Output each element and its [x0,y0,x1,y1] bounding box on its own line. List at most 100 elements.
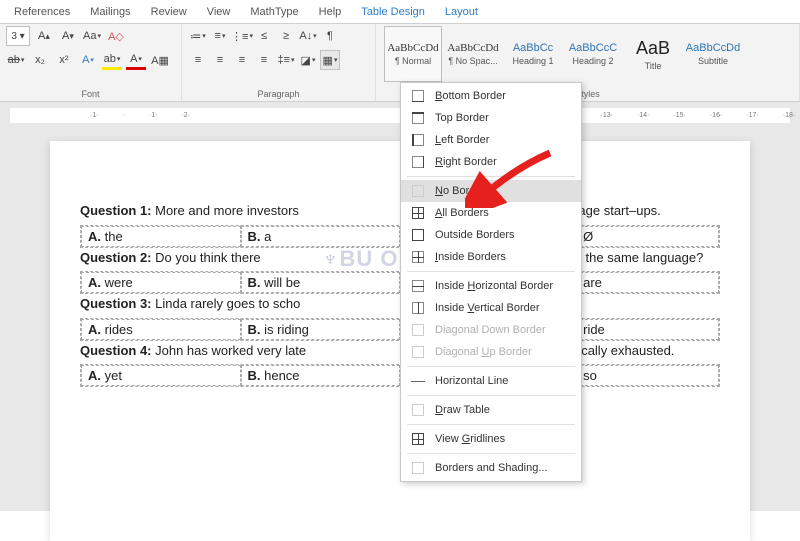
shading-icon[interactable]: ◪ [298,50,318,70]
menu-inside-horizontal-border[interactable]: Inside Horizontal Border [401,275,581,297]
menu-label: View Gridlines [435,433,505,445]
option[interactable]: B. is riding [241,319,401,340]
font-size-box[interactable]: 3 ▾ [6,26,30,46]
grow-font-icon[interactable]: A▴ [34,26,54,46]
tab-review[interactable]: Review [141,3,197,21]
border-icon [411,184,425,198]
option[interactable]: B. hence [241,365,401,386]
option[interactable]: B. will be [241,272,401,293]
menu-label: Left Border [435,134,489,146]
menu-horizontal-line[interactable]: Horizontal Line [401,370,581,392]
menu-label: All Borders [435,207,489,219]
menu-all-borders[interactable]: All Borders [401,202,581,224]
style-title[interactable]: AaBTitle [624,26,682,82]
clear-format-icon[interactable]: A◇ [106,26,126,46]
menu-label: Draw Table [435,404,490,416]
numbering-icon[interactable]: ≡ [210,26,230,46]
menu-label: Bottom Border [435,90,506,102]
menu-top-border[interactable]: Top Border [401,107,581,129]
border-icon [411,432,425,446]
bullets-icon[interactable]: ≔ [188,26,208,46]
paragraph-group: ≔ ≡ ⋮≡ ≤ ≥ A↓ ¶ ≡ ≡ ≡ ≡ ‡≡ ◪ ▦ Paragraph [182,24,376,101]
border-icon [411,279,425,293]
increase-indent-icon[interactable]: ≥ [276,26,296,46]
option[interactable]: A. yet [81,365,241,386]
option[interactable]: D. so [560,365,720,386]
tab-layout[interactable]: Layout [435,3,488,21]
superscript-icon[interactable]: x² [54,50,74,70]
border-icon [411,345,425,359]
menu-outside-borders[interactable]: Outside Borders [401,224,581,246]
borders-dropdown-button[interactable]: ▦ [320,50,340,70]
menu-diagonal-down-border: Diagonal Down Border [401,319,581,341]
menu-label: Diagonal Up Border [435,346,532,358]
menu-draw-table[interactable]: Draw Table [401,399,581,421]
style-heading-2[interactable]: AaBbCcCHeading 2 [564,26,622,82]
sort-icon[interactable]: A↓ [298,26,318,46]
align-left-icon[interactable]: ≡ [188,50,208,70]
tab-references[interactable]: References [4,3,80,21]
menu-inside-vertical-border[interactable]: Inside Vertical Border [401,297,581,319]
shrink-font-icon[interactable]: A▾ [58,26,78,46]
justify-icon[interactable]: ≡ [254,50,274,70]
change-case-icon[interactable]: Aa [82,26,102,46]
strikethrough-icon[interactable]: ab [6,50,26,70]
border-icon [411,206,425,220]
align-right-icon[interactable]: ≡ [232,50,252,70]
border-icon [411,228,425,242]
align-center-icon[interactable]: ≡ [210,50,230,70]
option[interactable]: A. rides [81,319,241,340]
menu-label: Top Border [435,112,489,124]
option[interactable]: A. the [81,226,241,247]
menu-label: Right Border [435,156,497,168]
menu-bottom-border[interactable]: Bottom Border [401,85,581,107]
border-icon [411,111,425,125]
menu-right-border[interactable]: Right Border [401,151,581,173]
border-icon [411,301,425,315]
tab-help[interactable]: Help [309,3,352,21]
menu-borders-and-shading---[interactable]: Borders and Shading... [401,457,581,479]
decrease-indent-icon[interactable]: ≤ [254,26,274,46]
menu-label: No Border [435,185,485,197]
text-effects-icon[interactable]: A [78,50,98,70]
border-icon [411,89,425,103]
option[interactable]: D. ride [560,319,720,340]
menu-no-border[interactable]: No Border [401,180,581,202]
menu-inside-borders[interactable]: Inside Borders [401,246,581,268]
character-shading-icon[interactable]: A▦ [150,50,170,70]
menu-view-gridlines[interactable]: View Gridlines [401,428,581,450]
option[interactable]: A. were [81,272,241,293]
tab-view[interactable]: View [197,3,241,21]
menu-left-border[interactable]: Left Border [401,129,581,151]
style---no-spac---[interactable]: AaBbCcDd¶ No Spac... [444,26,502,82]
border-icon [411,250,425,264]
menu-label: Outside Borders [435,229,514,241]
tab-mathtype[interactable]: MathType [240,3,308,21]
show-marks-icon[interactable]: ¶ [320,26,340,46]
border-icon [411,374,425,388]
font-group-label: Font [0,89,181,99]
font-color-icon[interactable]: A [126,50,146,70]
border-icon [411,133,425,147]
tab-table-design[interactable]: Table Design [351,3,435,21]
font-group: 3 ▾ A▴ A▾ Aa A◇ ab x₂ x² A ab A A▦ Font [0,24,182,101]
menu-label: Diagonal Down Border [435,324,546,336]
subscript-icon[interactable]: x₂ [30,50,50,70]
tab-mailings[interactable]: Mailings [80,3,140,21]
option[interactable]: D. Ø [560,226,720,247]
option[interactable]: B. a [241,226,401,247]
menu-label: Borders and Shading... [435,462,548,474]
border-icon [411,461,425,475]
menu-label: Inside Vertical Border [435,302,540,314]
line-spacing-icon[interactable]: ‡≡ [276,50,296,70]
multilevel-icon[interactable]: ⋮≡ [232,26,252,46]
borders-dropdown-menu: Bottom Border Top Border Left Border Right … [400,82,582,482]
border-icon [411,155,425,169]
style-heading-1[interactable]: AaBbCcHeading 1 [504,26,562,82]
menu-diagonal-up-border: Diagonal Up Border [401,341,581,363]
highlight-icon[interactable]: ab [102,50,122,70]
option[interactable]: D. are [560,272,720,293]
style---normal[interactable]: AaBbCcDd¶ Normal [384,26,442,82]
style-subtitle[interactable]: AaBbCcDdSubtitle [684,26,742,82]
border-icon [411,323,425,337]
